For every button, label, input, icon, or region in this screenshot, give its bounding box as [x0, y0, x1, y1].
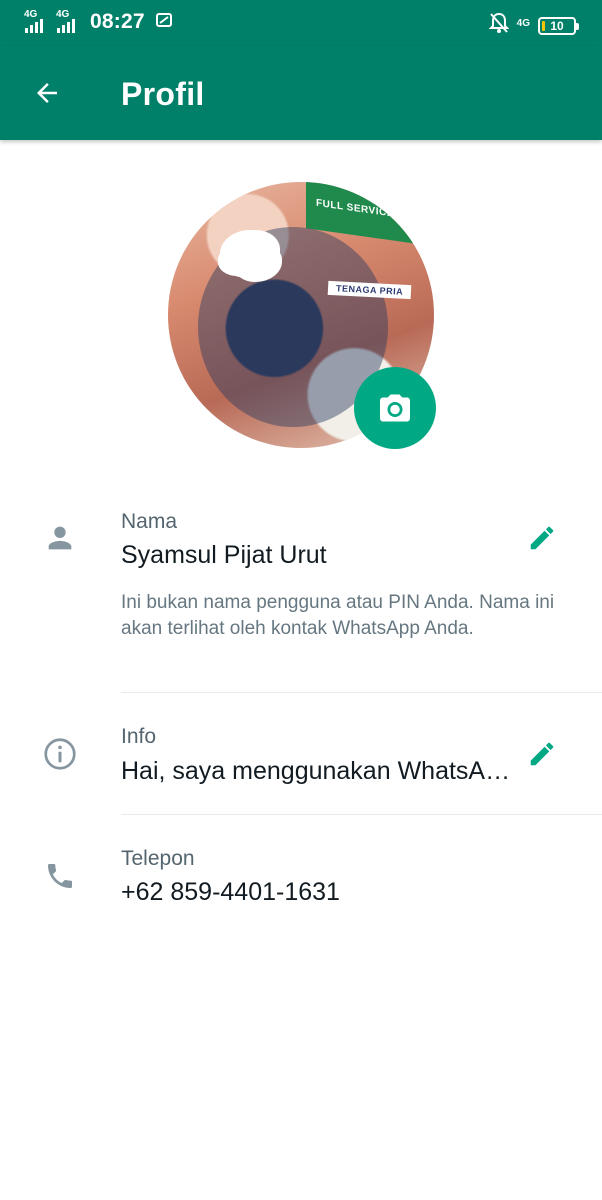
- change-photo-button[interactable]: [354, 367, 436, 449]
- info-value[interactable]: Hai, saya menggunakan WhatsA…: [121, 757, 521, 786]
- info-circle-icon: [40, 734, 80, 774]
- status-bar: 4G 4G 08:27 4G 10: [0, 0, 602, 46]
- arrow-left-icon: [37, 83, 57, 103]
- status-bar-left: 4G 4G 08:27: [24, 9, 173, 34]
- divider: [121, 692, 602, 693]
- page-title: Profil: [121, 76, 205, 112]
- edit-name-button[interactable]: [522, 518, 562, 558]
- camera-icon: [380, 394, 410, 422]
- status-bar-right: 4G 10: [488, 12, 579, 39]
- back-button[interactable]: [28, 74, 66, 112]
- name-value[interactable]: Syamsul Pijat Urut: [121, 541, 511, 570]
- battery-icon: 10: [538, 16, 579, 35]
- signal-icon: 4G: [56, 9, 82, 33]
- phone-icon: [40, 856, 80, 896]
- name-helper-text: Ini bukan nama pengguna atau PIN Anda. N…: [121, 592, 555, 639]
- name-label: Nama: [121, 510, 178, 533]
- network-type-label: 4G: [516, 18, 530, 29]
- pencil-icon: [530, 742, 554, 766]
- screenshot-icon: [155, 11, 173, 34]
- battery-level: 10: [550, 18, 564, 33]
- person-icon: [40, 518, 80, 558]
- divider: [121, 814, 602, 815]
- info-label: Info: [121, 725, 157, 748]
- phone-label: Telepon: [121, 847, 195, 870]
- pencil-icon: [530, 526, 554, 550]
- clock: 08:27: [90, 10, 145, 33]
- phone-value: +62 859-4401-1631: [121, 878, 340, 906]
- edit-info-button[interactable]: [522, 734, 562, 774]
- app-bar: Profil: [0, 46, 602, 140]
- signal-icon: 4G: [24, 9, 50, 33]
- notifications-off-icon: [488, 12, 510, 39]
